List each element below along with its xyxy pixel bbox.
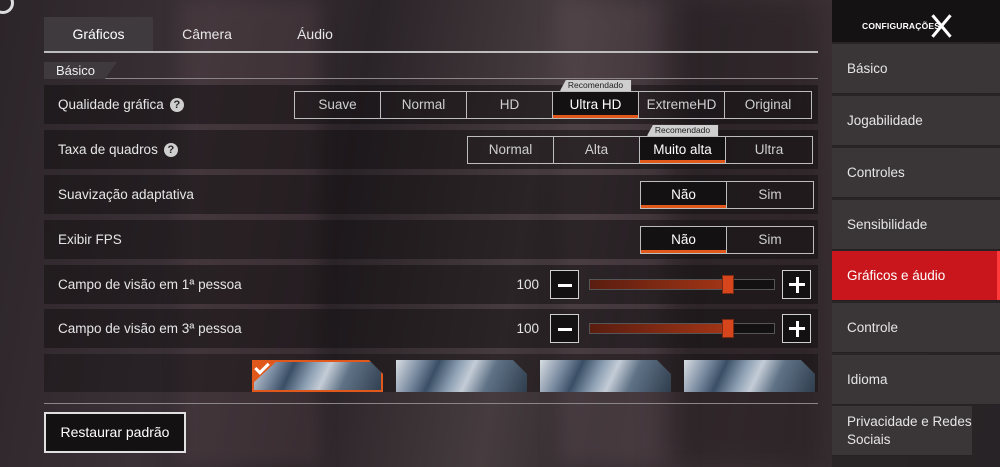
slider-thumb[interactable] — [722, 275, 734, 294]
tab-graficos[interactable]: Gráficos — [44, 17, 153, 51]
quality-option-suave[interactable]: Suave — [295, 92, 381, 118]
framerate-option-normal[interactable]: Normal — [468, 137, 554, 163]
tab-audio[interactable]: Áudio — [261, 17, 369, 51]
minus-icon — [558, 284, 572, 287]
fov-third-person-row: Campo de visão em 3ª pessoa 100 — [44, 309, 818, 348]
framerate-label: Taxa de quadros? — [58, 130, 178, 169]
fov-first-person-row: Campo de visão em 1ª pessoa 100 — [44, 265, 818, 304]
tab-camera[interactable]: Câmera — [153, 17, 261, 51]
framerate-option-alta[interactable]: Alta — [554, 137, 640, 163]
sidebar-item-sensibilidade[interactable]: Sensibilidade — [832, 200, 1000, 250]
minus-icon — [558, 328, 572, 331]
sidebar-item-controle[interactable]: Controle — [832, 303, 1000, 353]
smoothing-option-sim[interactable]: Sim — [727, 182, 813, 208]
fov-first-person-value: 100 — [516, 277, 539, 292]
framerate-option-muito-alta[interactable]: Recomendado Muito alta — [640, 125, 726, 163]
framerate-option-muito-alta-label: Muito alta — [653, 142, 712, 157]
fov-first-person-decrease-button[interactable] — [550, 270, 579, 299]
quality-option-original[interactable]: Original — [725, 92, 811, 118]
fov-third-person-slider[interactable] — [589, 319, 775, 338]
framerate-option-ultra[interactable]: Ultra — [726, 137, 812, 163]
plus-icon — [795, 321, 799, 337]
preview-thumbnail-2[interactable] — [396, 360, 527, 392]
sidebar-item-idioma[interactable]: Idioma — [832, 355, 1000, 405]
quality-option-extremehd[interactable]: ExtremeHD — [639, 92, 725, 118]
fps-option-sim[interactable]: Sim — [727, 227, 813, 253]
corner-ring-icon — [0, 0, 14, 14]
fov-third-person-decrease-button[interactable] — [550, 314, 579, 343]
fov-first-person-slider[interactable] — [589, 275, 775, 294]
slider-fill — [590, 280, 728, 289]
framerate-row: Taxa de quadros? Normal Alta Recomendado… — [44, 125, 818, 169]
section-title: Básico — [44, 62, 117, 79]
recommended-badge: Recomendado — [559, 80, 632, 91]
fov-third-person-value: 100 — [516, 321, 539, 336]
fps-label: Exibir FPS — [58, 232, 122, 247]
quality-option-normal[interactable]: Normal — [381, 92, 467, 118]
sidebar-header: CONFIGURAÇÕES — [832, 0, 1000, 42]
smoothing-row: Suavização adaptativa Não Sim — [44, 175, 818, 214]
slider-fill — [590, 324, 728, 333]
smoothing-label: Suavização adaptativa — [58, 187, 194, 202]
help-icon[interactable]: ? — [169, 98, 184, 112]
quality-label-text: Qualidade gráfica — [58, 97, 164, 112]
sidebar-item-jogabilidade[interactable]: Jogabilidade — [832, 96, 1000, 146]
close-icon[interactable] — [930, 14, 952, 38]
sidebar-item-privacidade[interactable]: Privacidade e Redes Sociais — [832, 406, 972, 456]
fps-row: Exibir FPS Não Sim — [44, 220, 818, 259]
sidebar-title: CONFIGURAÇÕES — [862, 21, 941, 31]
preview-row — [44, 354, 818, 392]
sidebar-item-graficos-e-audio[interactable]: Gráficos e áudio — [832, 251, 1000, 301]
sidebar-item-basico[interactable]: Básico — [832, 44, 1000, 94]
smoothing-toggle: Não Sim — [640, 181, 814, 209]
quality-label: Qualidade gráfica? — [58, 85, 184, 124]
fps-option-nao[interactable]: Não — [641, 227, 727, 253]
framerate-label-text: Taxa de quadros — [58, 142, 158, 157]
fov-first-person-increase-button[interactable] — [782, 270, 811, 299]
fps-toggle: Não Sim — [640, 226, 814, 254]
restore-defaults-button[interactable]: Restaurar padrão — [44, 412, 186, 453]
sidebar-item-controles[interactable]: Controles — [832, 148, 1000, 198]
settings-sidebar: CONFIGURAÇÕES Básico Jogabilidade Contro… — [832, 0, 1000, 467]
divider — [44, 403, 818, 404]
smoothing-option-nao[interactable]: Não — [641, 182, 727, 208]
framerate-selector: Normal Alta Recomendado Muito alta Ultra — [467, 125, 813, 164]
preview-thumbnail-4[interactable] — [684, 360, 815, 392]
quality-row: Qualidade gráfica? Suave Normal HD Recom… — [44, 80, 818, 124]
help-icon[interactable]: ? — [163, 143, 178, 157]
slider-thumb[interactable] — [722, 319, 734, 338]
preview-thumbnail-3[interactable] — [540, 360, 671, 392]
recommended-badge: Recomendado — [646, 125, 719, 136]
fov-first-person-label: Campo de visão em 1ª pessoa — [58, 277, 242, 292]
settings-tabs: Gráficos Câmera Áudio — [44, 17, 818, 53]
quality-selector: Suave Normal HD Recomendado Ultra HD Ext… — [294, 80, 812, 119]
quality-option-ultra-hd-label: Ultra HD — [569, 97, 622, 112]
plus-icon — [795, 277, 799, 293]
section-header: Básico — [44, 63, 818, 79]
fov-third-person-label: Campo de visão em 3ª pessoa — [58, 321, 242, 336]
quality-option-hd[interactable]: HD — [467, 92, 553, 118]
fov-third-person-increase-button[interactable] — [782, 314, 811, 343]
quality-option-ultra-hd[interactable]: Recomendado Ultra HD — [553, 80, 639, 118]
